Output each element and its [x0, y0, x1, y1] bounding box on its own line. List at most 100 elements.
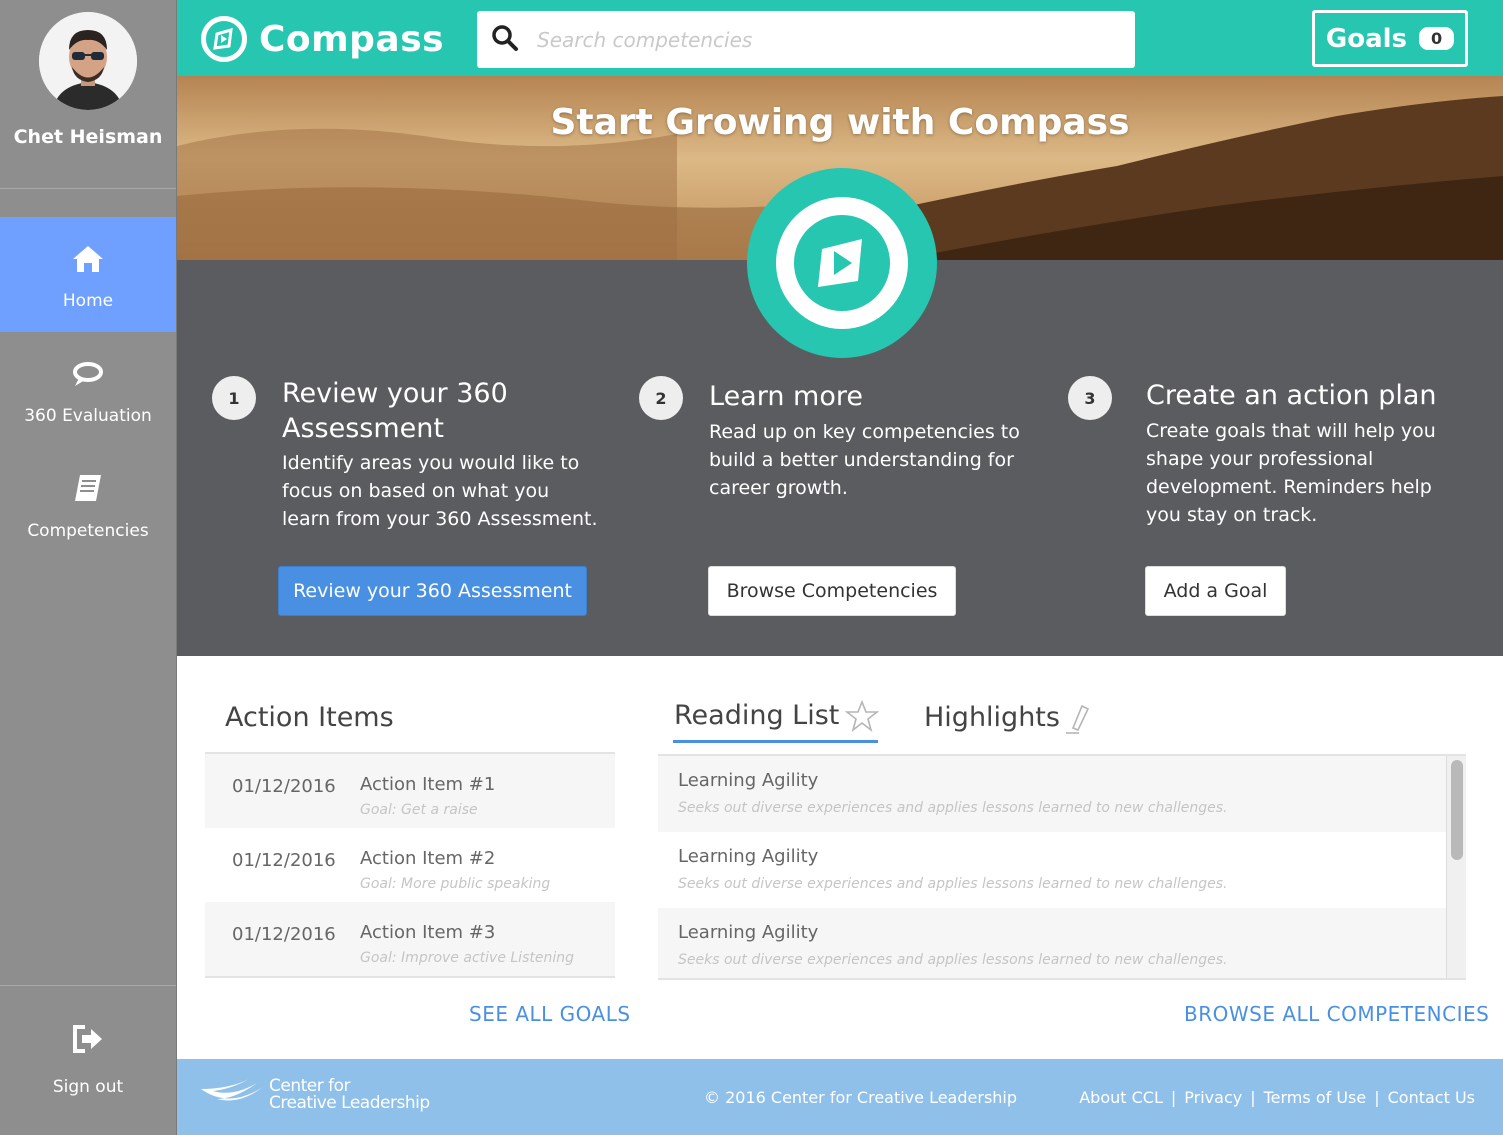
sign-out-label: Sign out — [52, 1077, 124, 1097]
step-description-line: build a better understanding for — [709, 449, 1014, 471]
reading-item-description: Seeks out diverse experiences and applie… — [678, 800, 1228, 816]
list-item[interactable]: Learning Agility Seeks out diverse exper… — [658, 832, 1466, 908]
list-item[interactable]: Learning Agility Seeks out diverse exper… — [658, 756, 1466, 832]
action-item-date: 01/12/2016 — [232, 850, 336, 871]
book-icon — [71, 469, 105, 509]
reading-item-title: Learning Agility — [678, 770, 819, 791]
star-icon[interactable] — [844, 699, 880, 736]
action-item-name: Action Item #3 — [360, 922, 496, 943]
sidebar-item-home[interactable]: Home — [0, 217, 176, 332]
browse-all-competencies-link[interactable]: BROWSE ALL COMPETENCIES — [1184, 1002, 1489, 1026]
step-title: Learn more — [709, 381, 863, 412]
footer-link-contact[interactable]: Contact Us — [1388, 1088, 1475, 1107]
avatar[interactable] — [39, 12, 137, 110]
ccl-logo[interactable]: Center for Creative Leadership — [199, 1075, 430, 1115]
table-row[interactable]: 01/12/2016 Action Item #3 Goal: Improve … — [205, 902, 615, 976]
goals-count-badge: 0 — [1419, 27, 1455, 50]
step-title-line: Review your 360 — [282, 378, 508, 409]
step-description-line: focus on based on what you — [282, 480, 550, 502]
step-title-line: Assessment — [282, 413, 444, 444]
step-description-line: Read up on key competencies to — [709, 421, 1020, 443]
step-number: 2 — [639, 376, 683, 420]
action-items-list: 01/12/2016 Action Item #1 Goal: Get a ra… — [205, 752, 615, 978]
highlighter-icon[interactable] — [1063, 703, 1093, 739]
step-description-line: Identify areas you would like to — [282, 452, 580, 474]
scrollbar-thumb[interactable] — [1451, 760, 1463, 860]
sidebar-item-competencies[interactable]: Competencies — [0, 447, 176, 562]
goals-button[interactable]: Goals 0 — [1312, 10, 1468, 67]
profile: Chet Heisman — [0, 12, 176, 189]
step-description-line: career growth. — [709, 477, 848, 499]
ccl-logo-text: Center for Creative Leadership — [269, 1078, 430, 1112]
action-item-goal: Goal: More public speaking — [360, 876, 551, 892]
brand[interactable]: Compass — [201, 16, 444, 62]
action-item-name: Action Item #2 — [360, 848, 496, 869]
footer: Center for Creative Leadership © 2016 Ce… — [177, 1059, 1503, 1135]
step-description-line: development. Reminders help — [1146, 476, 1432, 498]
reading-list-scrollbar[interactable] — [1446, 756, 1466, 978]
add-goal-button[interactable]: Add a Goal — [1145, 566, 1286, 616]
table-row[interactable]: 01/12/2016 Action Item #2 Goal: More pub… — [205, 828, 615, 902]
sidebar-item-label: Competencies — [27, 520, 149, 541]
sidebar-item-label: 360 Evaluation — [24, 405, 152, 426]
footer-links: About CCL | Privacy | Terms of Use | Con… — [1079, 1088, 1475, 1107]
search-bar — [477, 11, 1135, 68]
step-number: 3 — [1068, 376, 1112, 420]
action-item-date: 01/12/2016 — [232, 924, 336, 945]
step-title: Create an action plan — [1146, 380, 1437, 411]
active-tab-indicator — [673, 740, 878, 743]
brand-name: Compass — [259, 18, 445, 60]
tab-reading-list[interactable]: Reading List — [674, 700, 839, 731]
evaluation-icon — [71, 354, 105, 394]
goals-label: Goals — [1325, 23, 1407, 54]
footer-link-privacy[interactable]: Privacy — [1184, 1088, 1242, 1107]
step-title: Review your 360 Assessment — [282, 376, 642, 446]
sidebar-item-360-evaluation[interactable]: 360 Evaluation — [0, 332, 176, 447]
footer-separator: | — [1170, 1088, 1177, 1107]
table-row[interactable]: 01/12/2016 Action Item #1 Goal: Get a ra… — [205, 754, 615, 828]
footer-separator: | — [1374, 1088, 1380, 1107]
hero-section: Start Growing with Compass 1 Review your… — [177, 76, 1503, 656]
footer-link-terms[interactable]: Terms of Use — [1264, 1088, 1367, 1107]
hero-title: Start Growing with Compass — [550, 102, 1130, 143]
top-bar: Compass Goals 0 — [177, 0, 1503, 76]
review-360-assessment-button[interactable]: Review your 360 Assessment — [278, 566, 587, 616]
browse-competencies-button[interactable]: Browse Competencies — [708, 566, 956, 616]
step-description-line: you stay on track. — [1146, 504, 1318, 526]
sidebar: Chet Heisman Home 360 Evaluation Compete… — [0, 0, 177, 1135]
step-description-line: shape your professional — [1146, 448, 1374, 470]
step-description: Identify areas you would like to focus o… — [282, 449, 642, 533]
step-number: 1 — [212, 376, 256, 420]
footer-link-about[interactable]: About CCL — [1079, 1088, 1163, 1107]
reading-item-description: Seeks out diverse experiences and applie… — [678, 876, 1228, 892]
action-item-goal: Goal: Improve active Listening — [360, 950, 574, 966]
step-description-line: learn from your 360 Assessment. — [282, 508, 598, 530]
sidebar-item-label: Home — [62, 290, 114, 311]
step-description: Create goals that will help you shape yo… — [1146, 417, 1496, 529]
search-input[interactable] — [537, 27, 1097, 52]
reading-item-description: Seeks out diverse experiences and applie… — [678, 952, 1228, 968]
reading-item-title: Learning Agility — [678, 922, 819, 943]
step-description-line: Create goals that will help you — [1146, 420, 1436, 442]
action-items-title: Action Items — [225, 702, 394, 733]
reading-list: Learning Agility Seeks out diverse exper… — [658, 754, 1466, 980]
step-description: Read up on key competencies to build a b… — [709, 418, 1049, 502]
action-item-name: Action Item #1 — [360, 774, 496, 795]
list-item[interactable]: Learning Agility Seeks out diverse exper… — [658, 908, 1466, 978]
tab-highlights[interactable]: Highlights — [924, 702, 1060, 733]
search-icon[interactable] — [491, 24, 519, 56]
ccl-wing-icon — [199, 1075, 265, 1115]
home-icon — [71, 239, 105, 279]
footer-separator: | — [1250, 1088, 1256, 1107]
reading-item-title: Learning Agility — [678, 846, 819, 867]
sign-out-button[interactable]: Sign out — [0, 985, 176, 1135]
compass-logo-icon — [201, 16, 247, 62]
compass-hero-logo-icon — [747, 168, 937, 358]
see-all-goals-link[interactable]: SEE ALL GOALS — [469, 1002, 631, 1026]
user-name: Chet Heisman — [13, 126, 163, 148]
action-item-date: 01/12/2016 — [232, 776, 336, 797]
copyright-text: © 2016 Center for Creative Leadership — [704, 1088, 1018, 1107]
sign-out-icon — [71, 1024, 105, 1059]
action-item-goal: Goal: Get a raise — [360, 802, 478, 818]
ccl-logo-line: Creative Leadership — [269, 1093, 430, 1113]
